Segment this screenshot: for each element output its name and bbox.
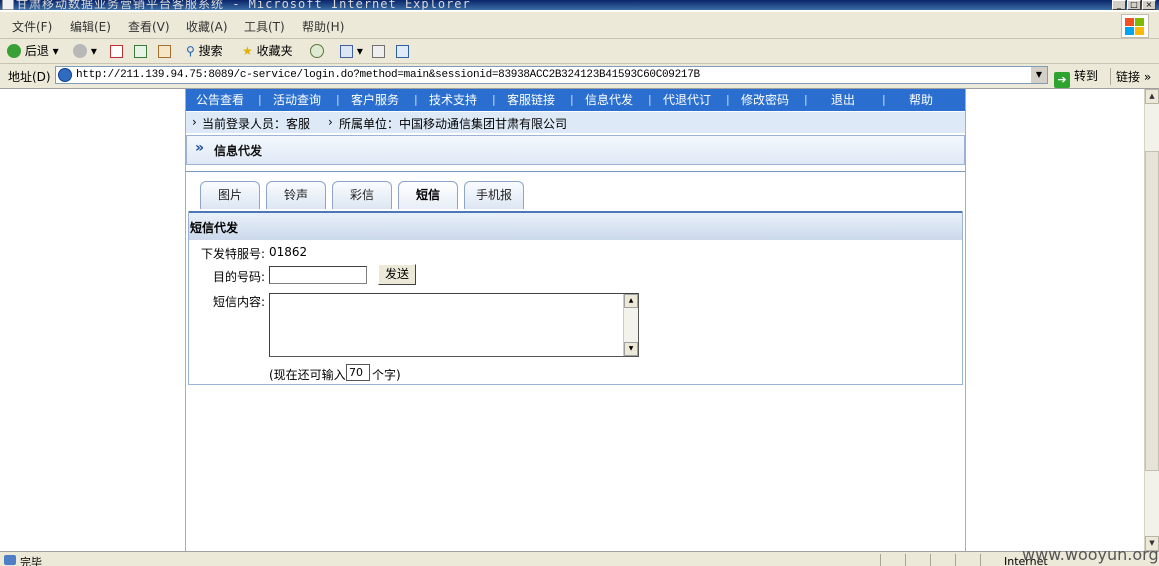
- back-button[interactable]: 后退 ▾: [7, 42, 59, 60]
- go-button[interactable]: ➔ 转到: [1054, 67, 1098, 88]
- mail-button[interactable]: ▾: [340, 42, 363, 60]
- destination-number-input[interactable]: [269, 266, 367, 284]
- mail-icon: [340, 45, 353, 58]
- page-viewport: 公告查看 | 活动查询 | 客户服务 | 技术支持 | 客服链接 | 信息代发 …: [3, 89, 1144, 551]
- menu-help[interactable]: 帮助(H): [302, 18, 344, 35]
- ie-window-icon: [2, 0, 14, 10]
- top-nav: 公告查看 | 活动查询 | 客户服务 | 技术支持 | 客服链接 | 信息代发 …: [186, 89, 965, 111]
- close-button[interactable]: ×: [1142, 0, 1156, 10]
- stop-button[interactable]: [110, 42, 123, 60]
- nav-help[interactable]: 帮助: [909, 91, 933, 108]
- menu-edit[interactable]: 编辑(E): [70, 18, 111, 35]
- user-unit: 所属单位：中国移动通信集团甘肃有限公司: [339, 117, 568, 131]
- home-icon: [158, 45, 171, 58]
- divider: [186, 171, 965, 172]
- scroll-up-icon[interactable]: ▲: [624, 294, 638, 308]
- scroll-thumb[interactable]: [1145, 151, 1159, 471]
- remaining-prefix: (现在还可输入: [269, 368, 346, 382]
- scroll-down-icon[interactable]: ▼: [624, 342, 638, 356]
- current-user: 当前登录人员：客服: [202, 117, 311, 131]
- refresh-icon: [134, 45, 147, 58]
- sms-panel: 短信代发 下发特服号: 01862 目的号码: 发送 短信内容: ▲ ▼ (现在…: [188, 211, 963, 385]
- toolbar: 后退 ▾ ▾ ⚲ 搜索 ★ 收藏夹 ▾: [0, 39, 1159, 64]
- nav-logout[interactable]: 退出: [831, 91, 855, 108]
- nav-activity-query[interactable]: 活动查询: [273, 91, 321, 108]
- nav-service-links[interactable]: 客服链接: [507, 91, 555, 108]
- content-label: 短信内容:: [213, 295, 266, 309]
- tab-image[interactable]: 图片: [200, 181, 260, 209]
- status-bar: 完毕 Internet: [0, 551, 1159, 566]
- tab-mobile-news[interactable]: 手机报: [464, 181, 524, 209]
- ie-page-icon: [58, 68, 72, 82]
- textarea-scrollbar[interactable]: ▲ ▼: [623, 294, 638, 356]
- destination-label: 目的号码:: [213, 270, 266, 284]
- panel-title: 短信代发: [190, 221, 239, 235]
- status-text: 完毕: [20, 556, 42, 566]
- edit-page-button[interactable]: [396, 42, 409, 60]
- double-chevron-icon: »: [195, 140, 204, 156]
- send-button[interactable]: 发送: [378, 264, 416, 285]
- forward-arrow-icon: [73, 44, 87, 58]
- nav-unsubscribe[interactable]: 代退代订: [663, 91, 711, 108]
- tab-sms[interactable]: 短信: [398, 181, 458, 209]
- scroll-up-icon[interactable]: ▲: [1145, 89, 1159, 104]
- service-number-value: 01862: [269, 245, 308, 259]
- star-icon: ★: [242, 44, 253, 58]
- remaining-suffix: 个字): [372, 368, 401, 382]
- address-label: 地址(D): [8, 70, 51, 84]
- window-title-bar: 甘肃移动数据业务营销平台客服系统 - Microsoft Internet Ex…: [0, 0, 1159, 10]
- links-button[interactable]: 链接 »: [1110, 68, 1151, 85]
- refresh-button[interactable]: [134, 42, 147, 60]
- address-url: http://211.139.94.75:8089/c-service/logi…: [76, 69, 700, 81]
- favorites-button[interactable]: ★ 收藏夹: [242, 42, 293, 60]
- nav-change-password[interactable]: 修改密码: [741, 91, 789, 108]
- nav-customer-service[interactable]: 客户服务: [351, 91, 399, 108]
- section-title: 信息代发: [214, 144, 263, 158]
- history-button[interactable]: [310, 42, 324, 60]
- stop-icon: [110, 45, 123, 58]
- nav-message-sending[interactable]: 信息代发: [585, 91, 633, 108]
- search-button[interactable]: ⚲ 搜索: [186, 42, 223, 60]
- remaining-count: 70: [346, 364, 370, 381]
- history-icon: [310, 44, 324, 58]
- user-info-bar: › 当前登录人员：客服 › 所属单位：中国移动通信集团甘肃有限公司: [186, 112, 965, 133]
- edit-page-icon: [396, 45, 409, 58]
- nav-announcements[interactable]: 公告查看: [196, 91, 244, 108]
- section-header: » 信息代发: [186, 135, 965, 165]
- bullet-icon: ›: [192, 115, 197, 129]
- window-title: 甘肃移动数据业务营销平台客服系统 - Microsoft Internet Ex…: [16, 0, 471, 10]
- watermark: www.wooyun.org: [1022, 545, 1159, 564]
- forward-button[interactable]: ▾: [73, 42, 97, 60]
- nav-tech-support[interactable]: 技术支持: [429, 91, 477, 108]
- bullet-icon: ›: [328, 115, 333, 129]
- address-bar: 地址(D) http://211.139.94.75:8089/c-servic…: [0, 64, 1159, 89]
- page-scrollbar[interactable]: ▲ ▼: [1144, 89, 1159, 551]
- sms-content-textarea[interactable]: ▲ ▼: [269, 293, 639, 357]
- print-icon: [372, 45, 385, 58]
- tab-mms[interactable]: 彩信: [332, 181, 392, 209]
- maximize-button[interactable]: □: [1127, 0, 1141, 10]
- service-number-label: 下发特服号:: [201, 247, 266, 261]
- print-button[interactable]: [372, 42, 385, 60]
- panel-header: 短信代发: [189, 211, 962, 240]
- back-arrow-icon: [7, 44, 21, 58]
- page-frame: 公告查看 | 活动查询 | 客户服务 | 技术支持 | 客服链接 | 信息代发 …: [185, 89, 966, 551]
- menu-favorites[interactable]: 收藏(A): [186, 18, 228, 35]
- menu-tools[interactable]: 工具(T): [244, 18, 285, 35]
- home-button[interactable]: [158, 42, 171, 60]
- menu-file[interactable]: 文件(F): [12, 18, 52, 35]
- go-arrow-icon: ➔: [1054, 72, 1070, 88]
- address-dropdown-button[interactable]: ▼: [1030, 67, 1047, 83]
- tab-ringtone[interactable]: 铃声: [266, 181, 326, 209]
- address-input[interactable]: http://211.139.94.75:8089/c-service/logi…: [55, 66, 1048, 84]
- menu-view[interactable]: 查看(V): [128, 18, 170, 35]
- page-done-icon: [4, 555, 16, 565]
- search-icon: ⚲: [186, 44, 195, 58]
- windows-logo-icon: [1121, 14, 1149, 38]
- minimize-button[interactable]: _: [1112, 0, 1126, 10]
- menu-bar: 文件(F) 编辑(E) 查看(V) 收藏(A) 工具(T) 帮助(H): [0, 12, 1159, 39]
